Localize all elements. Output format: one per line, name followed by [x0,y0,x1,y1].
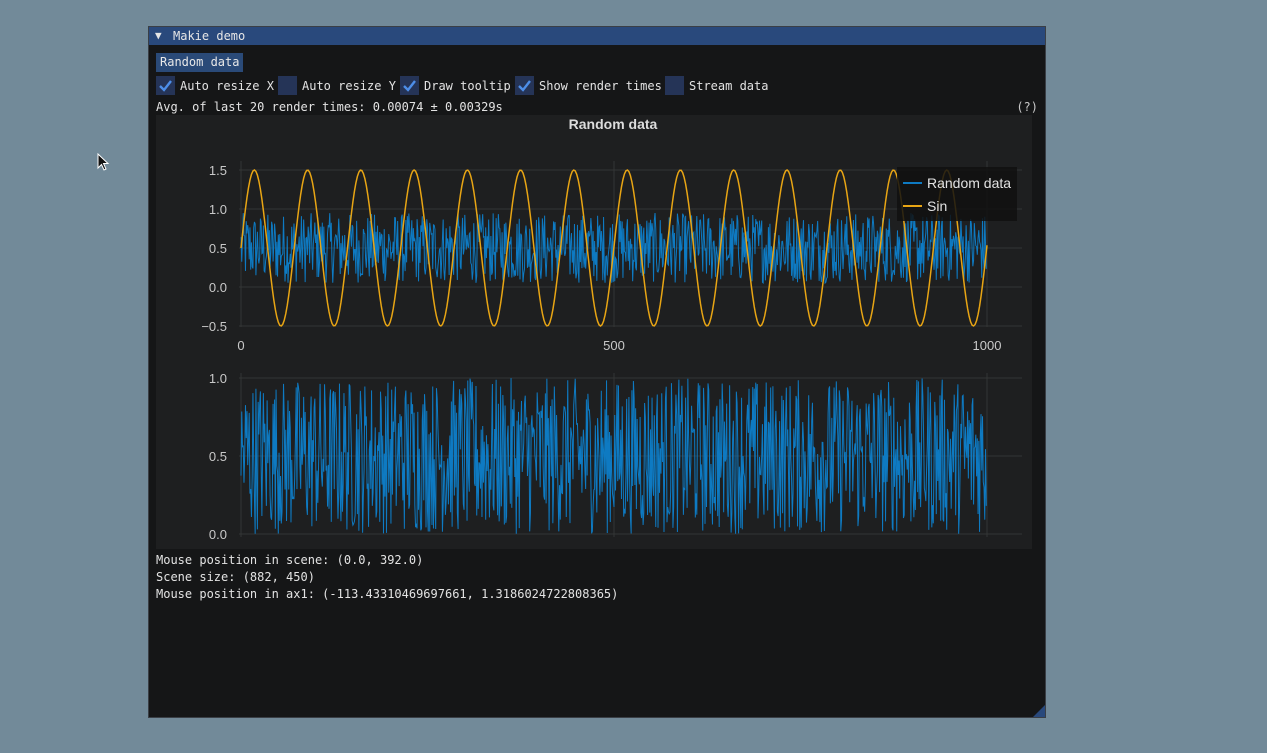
checkbox-box[interactable] [665,76,684,95]
makie-demo-window: ▼ Makie demo Random data Auto resize X A… [148,26,1046,718]
resize-grip[interactable] [1033,705,1045,717]
mouse-scene-text: Mouse position in scene: (0.0, 392.0) [156,553,424,567]
chart-title: Random data [569,116,658,132]
y-tick-label: −0.5 [201,319,227,334]
x-tick-label: 1000 [973,546,1002,549]
checkbox-box[interactable] [515,76,534,95]
checkbox-label: Auto resize Y [302,79,396,93]
y-tick-label: 0.0 [209,280,227,295]
checkmark-icon [159,80,172,92]
window-titlebar[interactable]: ▼ Makie demo [149,27,1045,45]
axis-top: Random data 1.5 1.0 0.5 0.0 −0.5 0 500 1000 Ra… [201,116,1022,353]
y-tick-label: 1.0 [209,202,227,217]
makie-figure[interactable]: Random data 1.5 1.0 0.5 0.0 −0.5 0 500 1000 Ra… [156,115,1032,561]
checkbox-box[interactable] [400,76,419,95]
x-tick-label: 500 [603,546,625,549]
checkbox-label: Draw tooltip [424,79,511,93]
triangle-down-icon[interactable]: ▼ [155,27,162,45]
checkbox-label: Auto resize X [180,79,274,93]
checkbox-box[interactable] [156,76,175,95]
checkmark-icon [518,80,531,92]
mouse-ax1-text: Mouse position in ax1: (-113.43310469697… [156,587,619,601]
y-tick-label: 1.5 [209,163,227,178]
checkbox-label: Stream data [689,79,769,93]
x-tick-label: 1000 [973,338,1002,353]
x-tick-label: 0 [237,546,244,549]
y-tick-label: 0.0 [209,527,227,542]
legend-label-sin: Sin [927,198,947,214]
y-tick-label: 0.5 [209,449,227,464]
y-tick-label: 1.0 [209,371,227,386]
y-tick-label: 0.5 [209,241,227,256]
legend-label-random: Random data [927,175,1011,191]
legend: Random data Sin [897,167,1017,221]
scene-size-text: Scene size: (882, 450) [156,570,315,584]
checkmark-icon [403,80,416,92]
x-tick-label: 0 [237,338,244,353]
mouse-cursor-icon [97,153,110,171]
axis-bottom: 1.0 0.5 0.0 0 500 1000 [209,371,1022,561]
figure-canvas[interactable]: Random data 1.5 1.0 0.5 0.0 −0.5 0 500 1000 Ra… [156,115,1032,561]
checkbox-box[interactable] [278,76,297,95]
random-data-button[interactable]: Random data [156,53,244,72]
window-title: Makie demo [173,29,246,43]
help-marker[interactable]: (?) [1016,99,1038,115]
x-tick-label: 500 [603,338,625,353]
render-times-text: Avg. of last 20 render times: 0.00074 ± … [156,100,503,114]
checkbox-label: Show render times [539,79,662,93]
